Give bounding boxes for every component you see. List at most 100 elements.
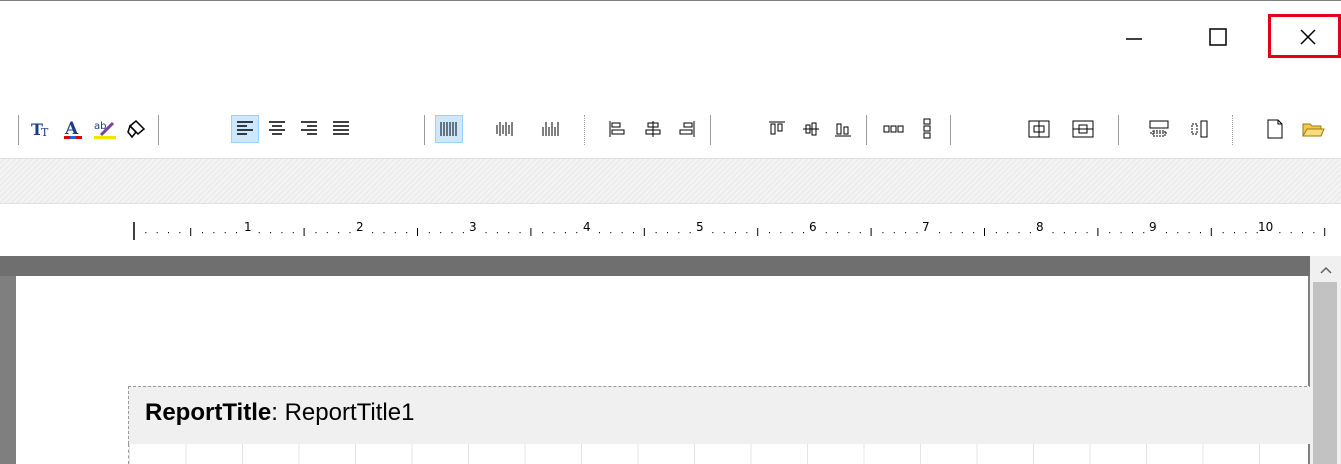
ruler-minor-tick [859,232,861,234]
maximize-button[interactable] [1196,20,1240,54]
workspace-top-edge [0,256,1341,276]
barcode-2-icon[interactable] [492,116,518,142]
toolbar-separator [710,115,711,145]
svg-text:T: T [41,126,49,139]
ruler-minor-tick [939,232,941,234]
distribute-horizontal-icon[interactable] [880,116,906,142]
scroll-up-button[interactable] [1310,258,1341,282]
align-bottoms-icon[interactable] [830,116,856,142]
ruler-number: 3 [469,220,477,234]
ruler-minor-tick [451,232,453,234]
ruler-minor-tick [848,232,850,234]
close-button[interactable] [1286,20,1330,54]
window-top-border [0,0,1341,1]
ruler-minor-tick [1199,232,1201,234]
band-grid[interactable] [128,444,1312,464]
toolbar-separator [584,115,585,145]
justify-icon[interactable] [328,116,354,142]
ruler-minor-tick [168,232,170,234]
size-width-icon[interactable] [1146,116,1172,142]
ruler-number: 10 [1258,220,1274,234]
ruler-minor-tick [406,232,408,234]
center-vertical-icon[interactable] [1070,116,1096,142]
ruler-minor-tick [723,232,725,234]
toolbar-strip [0,158,1341,204]
ruler-number: 2 [356,220,364,234]
ruler-minor-tick [735,232,737,234]
font-color-icon[interactable]: A [60,116,86,142]
ruler-number: 1 [244,220,252,234]
ruler-minor-tick [712,232,714,234]
ruler-minor-tick [349,232,351,234]
ruler-minor-tick [440,232,442,234]
ruler-minor-tick [1279,232,1281,234]
ruler-minor-tick [1120,232,1122,234]
ruler-minor-tick [508,232,510,234]
ruler-minor-tick [1109,232,1111,234]
band-separator: : [271,399,278,426]
ruler-minor-tick [995,232,997,234]
ruler-minor-tick [281,232,283,234]
align-tops-icon[interactable] [764,116,790,142]
ruler-minor-tick [145,232,147,234]
align-rights-icon[interactable] [674,116,700,142]
ruler-minor-tick [678,232,680,234]
align-center-icon[interactable] [264,116,290,142]
ruler-minor-tick [780,232,782,234]
toolbar-separator [424,115,425,145]
center-horizontal-icon[interactable] [1026,116,1052,142]
minimize-button[interactable] [1112,20,1156,54]
ruler-minor-tick [973,232,975,234]
ruler-minor-tick [1222,232,1224,234]
ruler-minor-tick [1086,232,1088,234]
toolbar-separator [18,115,19,145]
align-middles-icon[interactable] [798,116,824,142]
ruler-number: 8 [1036,220,1044,234]
ruler-minor-tick [1313,232,1315,234]
clear-format-icon[interactable] [124,116,150,142]
new-report-icon[interactable] [1262,116,1288,142]
highlight-color-icon[interactable]: ab [92,116,118,142]
ruler-minor-tick [746,232,748,234]
ruler-ticks [133,222,1326,240]
ruler-minor-tick [621,232,623,234]
ruler-minor-tick [1075,232,1077,234]
ruler-minor-tick [224,232,226,234]
align-right-icon[interactable] [296,116,322,142]
ruler-minor-tick [383,232,385,234]
align-lefts-icon[interactable] [604,116,630,142]
font-size-icon[interactable]: TT [28,116,54,142]
open-folder-icon[interactable] [1300,116,1326,142]
ruler-number: 5 [696,220,704,234]
ruler-minor-tick [553,232,555,234]
ruler-minor-tick [485,232,487,234]
ruler-minor-tick [769,232,771,234]
close-icon [1300,29,1316,45]
distribute-vertical-icon[interactable] [914,116,940,142]
barcode-1-icon[interactable] [435,115,463,143]
toolbar-separator [158,115,159,145]
toolbar-separator [1232,115,1233,145]
align-centers-icon[interactable] [640,116,666,142]
band-kind: ReportTitle [145,399,272,426]
ruler-minor-tick [655,232,657,234]
ruler-minor-tick [202,232,204,234]
ruler-minor-tick [576,232,578,234]
ruler-number: 6 [809,220,817,234]
ruler-minor-tick [372,232,374,234]
ruler-minor-tick [1245,232,1247,234]
scrollbar-thumb[interactable] [1313,282,1337,464]
ruler-minor-tick [394,232,396,234]
ruler-minor-tick [326,232,328,234]
minimize-icon [1126,38,1142,40]
report-title-band[interactable]: ReportTitle: ReportTitle1 [128,386,1312,444]
size-height-icon[interactable] [1186,116,1212,142]
ruler-minor-tick [1290,232,1292,234]
ruler-minor-tick [825,232,827,234]
barcode-3-icon[interactable] [538,116,564,142]
ruler-minor-tick [689,232,691,234]
align-left-icon[interactable] [231,115,259,143]
ruler-minor-tick [1302,232,1304,234]
ruler-minor-tick [213,232,215,234]
horizontal-ruler: 1 2 3 4 5 6 7 8 9 10 [0,208,1341,248]
